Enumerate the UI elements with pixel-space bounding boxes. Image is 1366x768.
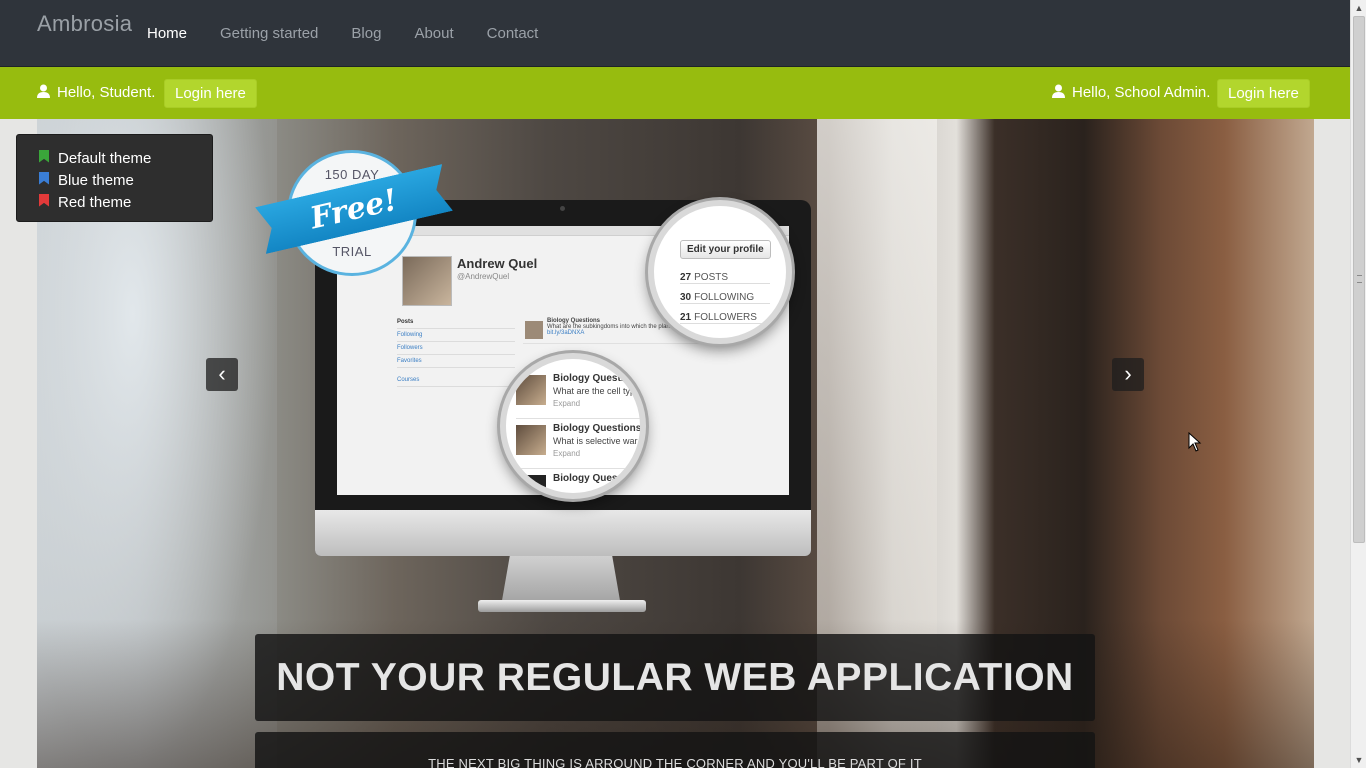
stat-followers: 21 FOLLOWERS [680,312,770,324]
nav-item-contact[interactable]: Contact [470,0,555,67]
stat-posts: 27 POSTS [680,272,770,284]
chevron-left-icon: ‹ [218,361,226,386]
expand-link: Expand [553,399,581,408]
side-item: Following [397,329,515,342]
student-greeting: Hello, Student. [37,84,155,101]
carousel-prev-button[interactable]: ‹ [206,358,238,391]
caption-subtitle: THE NEXT BIG THING IS ARROUND THE CORNER… [428,756,922,768]
admin-login-button[interactable]: Login here [1217,79,1310,108]
theme-red[interactable]: Red theme [39,191,212,213]
mouse-cursor-icon [1188,432,1202,452]
admin-greeting: Hello, School Admin. [1052,84,1210,101]
question-text: What are the cell typ [553,386,636,396]
stat-value: 27 [680,272,692,283]
question-title: Biology Ques [553,473,618,484]
theme-label: Blue theme [58,171,134,189]
page-scrollbar[interactable]: ▲ ▼ [1350,0,1366,768]
brand-logo[interactable]: Ambrosia [37,11,132,37]
scroll-down-icon[interactable]: ▼ [1351,752,1366,768]
nav-item-about[interactable]: About [397,0,469,67]
caption-title: NOT YOUR REGULAR WEB APPLICATION [276,656,1074,699]
theme-label: Red theme [58,193,132,211]
magnifier-questions: Biology Question What are the cell typ E… [500,353,646,499]
profile-name: Andrew Quel [457,256,538,271]
question-title: Biology Questions [553,423,642,434]
stat-label: FOLLOWING [694,292,755,303]
user-icon [1052,84,1065,98]
nav-item-getting-started[interactable]: Getting started [203,0,334,67]
main-nav: Home Getting started Blog About Contact [130,0,554,67]
admin-greeting-text: Hello, School Admin. [1072,84,1211,101]
user-icon [37,84,50,98]
bookmark-icon [39,149,49,163]
nav-item-blog[interactable]: Blog [334,0,397,67]
stat-label: FOLLOWERS [694,312,757,323]
stat-label: POSTS [694,272,729,283]
badge-bottom-text: TRIAL [332,244,372,259]
side-item: Posts [397,316,515,329]
theme-switcher: Default theme Blue theme Red theme [16,134,213,222]
list-item: Biology Question What are the cell typ E… [516,373,640,419]
avatar [402,256,452,306]
grip-icon [1357,275,1362,283]
side-item: Favorites [397,355,515,368]
profile-handle: @AndrewQuel [457,272,510,281]
carousel-next-button[interactable]: › [1112,358,1144,391]
carousel-subcaption: THE NEXT BIG THING IS ARROUND THE CORNER… [255,732,1095,768]
question-text: What is selective war [553,436,638,446]
side-item: Courses [397,374,515,387]
expand-link: Expand [553,449,581,458]
theme-default[interactable]: Default theme [39,147,212,169]
student-greeting-text: Hello, Student. [57,84,156,101]
monitor-camera [560,206,565,211]
theme-label: Default theme [58,149,152,167]
avatar [516,375,546,405]
monitor-stand-base [478,600,646,612]
bookmark-icon [39,193,49,207]
edit-profile-button: Edit your profile [680,240,771,259]
scrollbar-thumb[interactable] [1353,16,1365,543]
monitor-chin [315,510,811,556]
nav-item-home[interactable]: Home [130,0,203,67]
top-navbar: Ambrosia Home Getting started Blog About… [0,0,1350,67]
student-login-button[interactable]: Login here [164,79,257,108]
magnifier-profile: Edit your profile 27 POSTS 30 FOLLOWING 21… [648,200,792,344]
scroll-up-icon[interactable]: ▲ [1351,0,1366,16]
stat-value: 30 [680,292,692,303]
profile-sidebar: Posts Following Followers Favorites Cour… [397,316,515,387]
theme-blue[interactable]: Blue theme [39,169,212,191]
stat-value: 21 [680,312,692,323]
avatar [516,425,546,455]
chevron-right-icon: › [1124,361,1132,386]
question-title: Biology Question [553,373,636,384]
side-item: Followers [397,342,515,355]
stat-following: 30 FOLLOWING [680,292,770,304]
bookmark-icon [39,171,49,185]
feed-link: bit.ly/3aDNXA [547,330,585,336]
list-item: Biology Questions What is selective war … [516,423,642,469]
carousel-caption: NOT YOUR REGULAR WEB APPLICATION [255,634,1095,721]
login-bar: Hello, Student. Login here Hello, School… [0,67,1350,119]
